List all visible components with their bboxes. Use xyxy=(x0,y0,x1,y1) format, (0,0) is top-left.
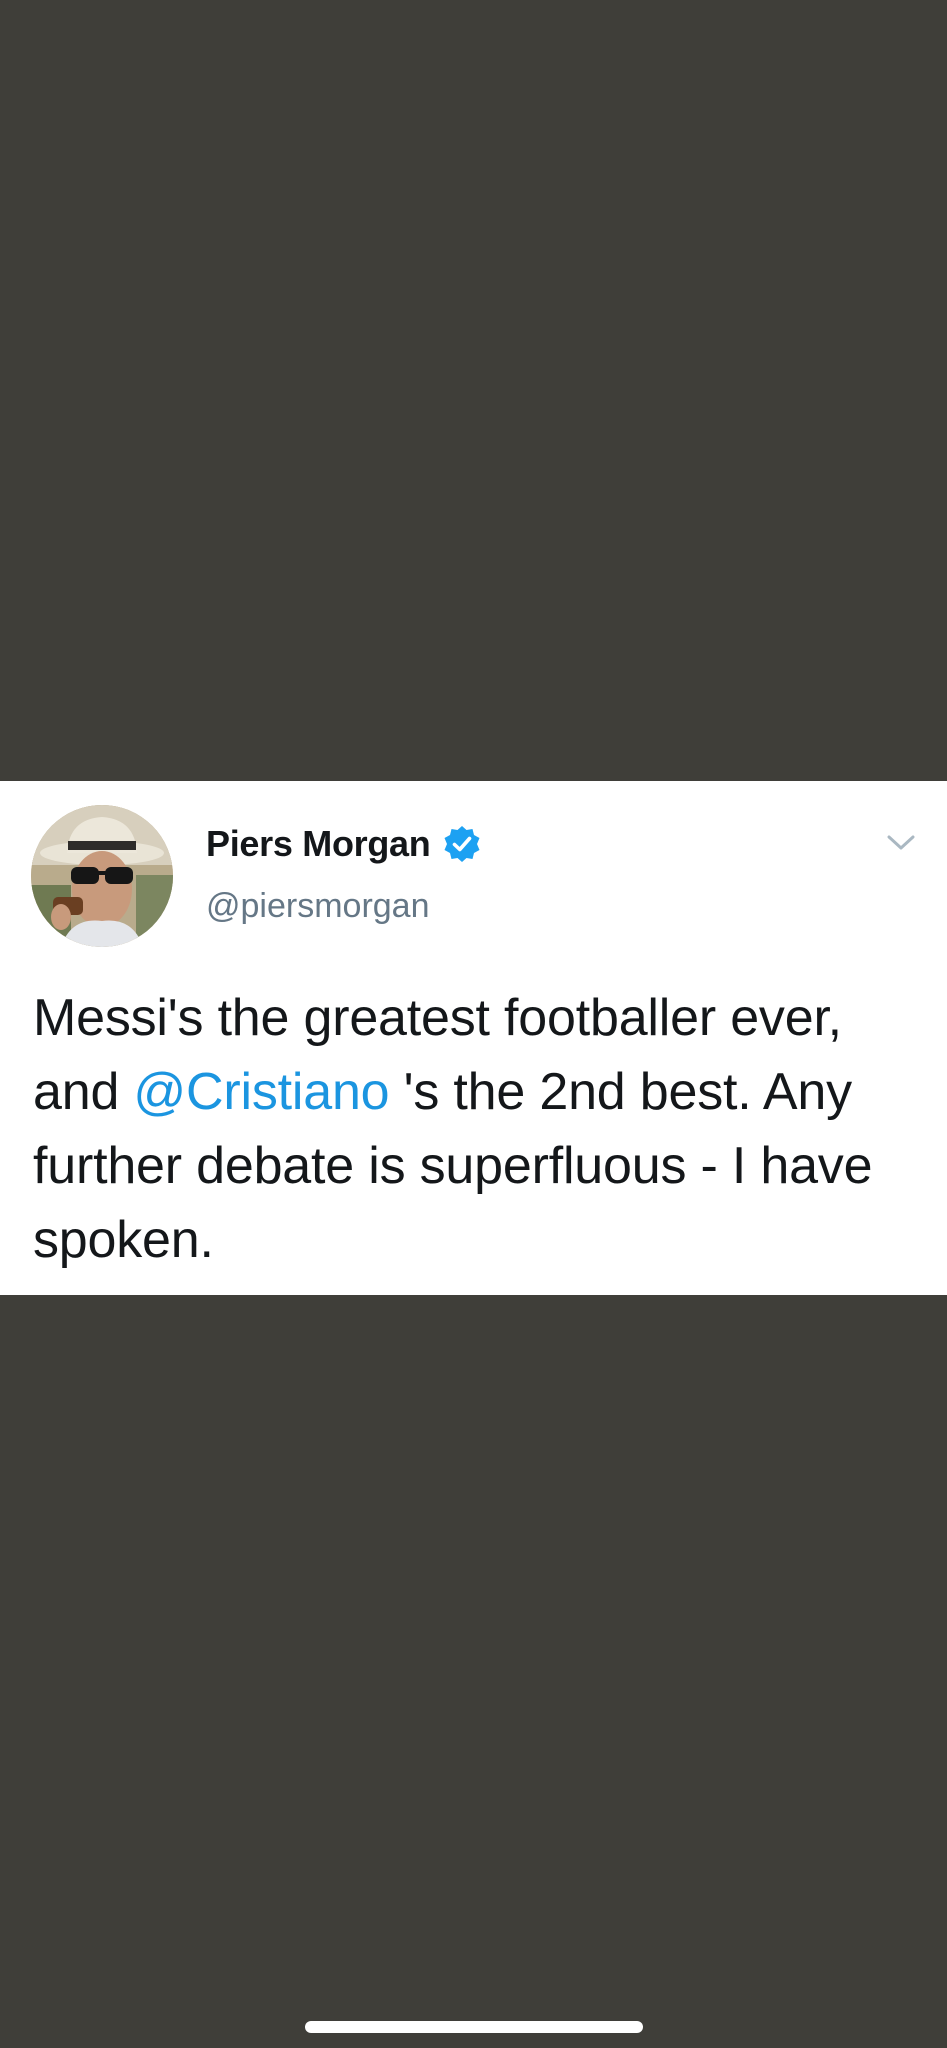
avatar-image xyxy=(31,805,173,947)
verified-badge-icon xyxy=(442,824,482,864)
user-handle[interactable]: @piersmorgan xyxy=(206,887,430,926)
avatar[interactable] xyxy=(31,805,173,947)
mention-link[interactable]: @Cristiano xyxy=(133,1063,389,1121)
home-indicator[interactable] xyxy=(305,2021,643,2033)
chevron-down-icon[interactable] xyxy=(885,831,917,855)
display-name[interactable]: Piers Morgan xyxy=(206,823,431,865)
tweet-card[interactable]: Piers Morgan @piersmorgan Messi's the gr… xyxy=(0,781,947,1295)
tweet-text: Messi's the greatest footballer ever, an… xyxy=(33,981,913,1277)
display-name-row: Piers Morgan xyxy=(206,819,482,869)
